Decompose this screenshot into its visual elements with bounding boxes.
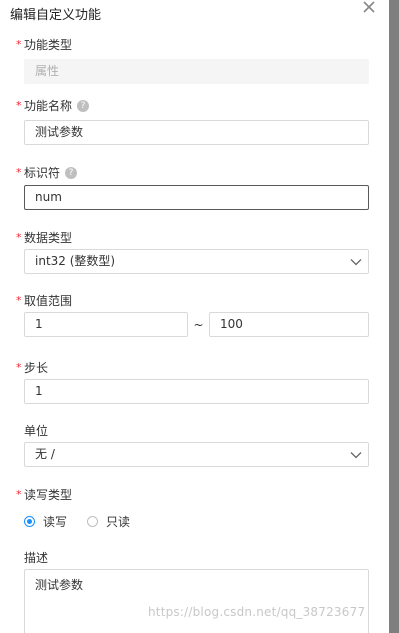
unit-field: 单位 无 / (24, 422, 369, 467)
watermark: https://blog.csdn.net/qq_38723677 (148, 605, 366, 619)
data-type-label: 数据类型 (24, 231, 73, 245)
value-range-min-input[interactable]: 1 (24, 312, 188, 337)
step-label: 步长 (24, 361, 49, 375)
background-strip (389, 0, 399, 633)
unit-select[interactable]: 无 / (24, 442, 369, 467)
description-field: 描述 测试参数 (24, 549, 369, 633)
identifier-field: * 标识符? num (16, 164, 369, 210)
function-name-field: * 功能名称? 测试参数 (16, 97, 369, 145)
function-type-input: 属性 (24, 59, 369, 84)
edit-function-dialog: 编辑自定义功能 * 功能类型 属性 * 功能名称? 测试参数 * 标识符? num *… (0, 0, 389, 633)
radio-read-write-label: 读写 (43, 514, 68, 529)
radio-unchecked-icon (87, 515, 99, 527)
question-circle-icon[interactable]: ? (65, 167, 78, 179)
function-type-label: 功能类型 (24, 38, 73, 52)
value-range-label: 取值范围 (24, 294, 73, 308)
close-button[interactable] (359, 0, 379, 18)
data-type-value: int32 (整数型) (35, 254, 116, 268)
data-type-select[interactable]: int32 (整数型) (24, 249, 369, 274)
function-name-label: 功能名称 (24, 99, 73, 113)
radio-read-only[interactable]: 只读 (87, 513, 130, 530)
close-icon (363, 1, 375, 13)
radio-checked-icon (24, 515, 35, 527)
question-circle-icon[interactable]: ? (77, 100, 90, 112)
radio-read-write[interactable]: 读写 (24, 513, 67, 530)
dialog-title: 编辑自定义功能 (10, 8, 102, 23)
radio-read-only-label: 只读 (106, 514, 131, 529)
unit-label: 单位 (24, 424, 49, 438)
rw-type-label: 读写类型 (24, 488, 73, 502)
chevron-down-icon (350, 259, 362, 266)
unit-value: 无 / (35, 447, 55, 461)
range-separator: ~ (193, 317, 204, 332)
rw-type-field: * 读写类型 读写 只读 (16, 486, 369, 530)
description-label: 描述 (24, 551, 49, 565)
step-input[interactable]: 1 (24, 379, 369, 404)
data-type-field: * 数据类型 int32 (整数型) (16, 229, 369, 274)
identifier-input[interactable]: num (24, 185, 369, 210)
chevron-down-icon (350, 452, 362, 459)
description-textarea[interactable]: 测试参数 (24, 569, 369, 633)
value-range-field: * 取值范围 1 ~ 100 (16, 292, 369, 337)
function-type-field: * 功能类型 属性 (16, 36, 369, 84)
function-name-input[interactable]: 测试参数 (24, 120, 369, 145)
rw-type-radio-group: 读写 只读 (24, 512, 369, 530)
identifier-label: 标识符 (24, 166, 61, 180)
value-range-max-input[interactable]: 100 (209, 312, 369, 337)
step-field: * 步长 1 (16, 359, 369, 404)
